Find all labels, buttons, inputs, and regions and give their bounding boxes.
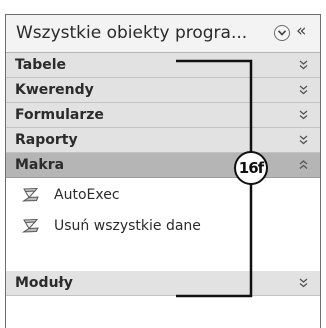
group-kwerendy[interactable]: Kwerendy <box>6 78 320 103</box>
double-chevron-down-icon[interactable] <box>299 135 308 145</box>
group-raporty[interactable]: Raporty <box>6 128 320 153</box>
macro-icon <box>22 218 39 233</box>
macro-icon <box>22 187 39 202</box>
group-label: Makra <box>15 157 65 173</box>
group-moduly[interactable]: Moduły <box>6 271 320 296</box>
navigation-pane-title[interactable]: Wszystkie obiekty progra... <box>16 23 247 43</box>
group-label: Raporty <box>15 132 78 148</box>
group-label: Moduły <box>15 275 73 291</box>
navigation-pane-header[interactable]: Wszystkie obiekty progra... « <box>6 15 320 53</box>
list-item[interactable]: AutoExec <box>6 180 320 210</box>
group-label: Tabele <box>15 57 67 73</box>
collapse-pane-button[interactable]: « <box>296 21 306 41</box>
list-item[interactable]: Usuń wszystkie dane <box>6 211 320 241</box>
chevron-down-icon[interactable] <box>274 25 290 41</box>
callout-badge: 16f <box>234 151 268 185</box>
double-chevron-down-icon[interactable] <box>299 60 308 70</box>
double-chevron-down-icon[interactable] <box>299 278 308 288</box>
group-label: Kwerendy <box>15 82 94 98</box>
double-chevron-down-icon[interactable] <box>299 85 308 95</box>
list-item-label: AutoExec <box>54 187 120 203</box>
group-makra[interactable]: Makra <box>6 153 320 178</box>
double-chevron-down-icon[interactable] <box>299 110 308 120</box>
group-label: Formularze <box>15 107 104 123</box>
double-chevron-up-icon[interactable] <box>299 160 308 170</box>
list-item-label: Usuń wszystkie dane <box>54 218 201 234</box>
group-tabele[interactable]: Tabele <box>6 53 320 78</box>
group-formularze[interactable]: Formularze <box>6 103 320 128</box>
navigation-pane: Wszystkie obiekty progra... « Tabele Kwe… <box>5 14 321 328</box>
callout-label: 16f <box>238 159 264 177</box>
